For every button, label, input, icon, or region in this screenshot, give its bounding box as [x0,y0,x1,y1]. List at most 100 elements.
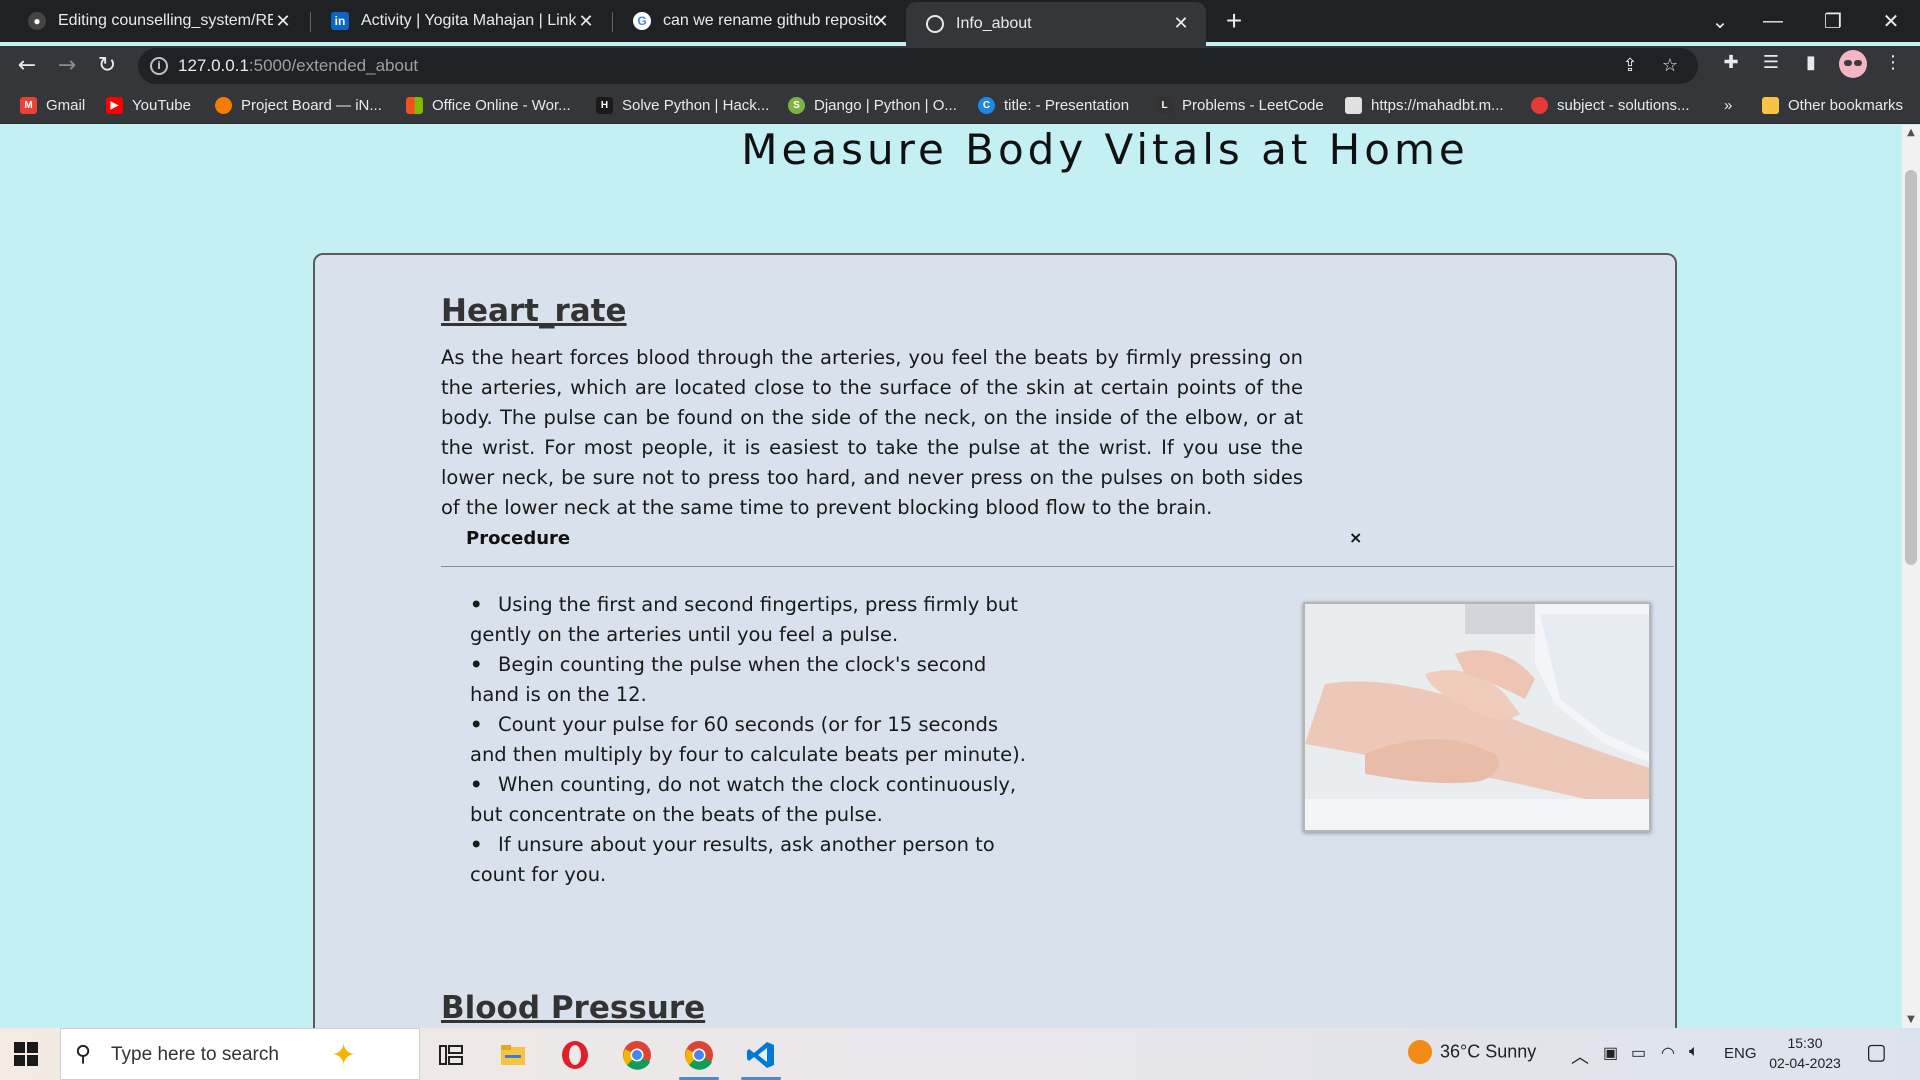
extensions-icon[interactable]: ✚ [1718,50,1744,76]
bookmark-gmail[interactable]: M Gmail [20,95,85,115]
bookmark-leetcode[interactable]: L Problems - LeetCode [1156,95,1324,115]
sun-icon [1408,1040,1432,1064]
page-icon [1345,96,1362,114]
globe-icon [926,15,944,33]
task-view-icon[interactable] [427,1034,475,1076]
gmail-icon: M [20,96,37,114]
scrollbar-thumb[interactable] [1905,170,1917,565]
restore-button[interactable]: ❐ [1805,0,1861,42]
office-icon [406,96,423,114]
bookmark-presentation[interactable]: Ctitle: - Presentation [978,95,1129,115]
other-bookmarks-folder[interactable]: Other bookmarks [1762,95,1903,115]
scroll-up-arrow-icon[interactable]: ▲ [1902,125,1920,141]
language-indicator[interactable]: ENG [1724,1045,1757,1062]
bookmark-subject-solutions[interactable]: subject - solutions... [1531,95,1690,115]
opera-icon[interactable] [551,1034,599,1076]
procedure-steps-list: • Using the first and second fingertips, … [470,590,1030,890]
heart-rate-description: As the heart forces blood through the ar… [441,346,1303,519]
reload-button[interactable]: ↻ [91,50,123,82]
new-tab-button[interactable]: + [1220,7,1248,36]
canva-icon: C [978,96,995,114]
site-info-icon[interactable]: i [150,57,168,75]
taskbar-search-box[interactable]: ⚲ Type here to search ✦ [60,1028,420,1080]
profile-avatar[interactable] [1839,50,1867,78]
bookmark-django[interactable]: S Django | Python | O... [788,95,957,115]
search-icon: ⚲ [75,1042,92,1067]
battery-icon[interactable]: ▭ [1631,1043,1646,1063]
clock-date: 02-04-2023 [1769,1055,1841,1071]
bookmarks-overflow-button[interactable]: » [1724,95,1732,115]
search-placeholder: Type here to search [111,1044,279,1065]
tab-editing-counselling[interactable]: ● Editing counselling_system/READ ✕ [8,0,308,42]
bookmark-star-icon[interactable]: ☆ [1659,55,1681,77]
vitals-card: Heart_rate As the heart forces blood thr… [313,253,1677,1028]
chrome-icon[interactable] [613,1034,661,1076]
github-icon: ● [28,12,46,30]
meet-now-icon[interactable]: ▣ [1603,1043,1618,1063]
tab-google-search[interactable]: G can we rename github repository ✕ [613,0,906,42]
scroll-down-arrow-icon[interactable]: ▼ [1902,1012,1920,1028]
taskbar-clock[interactable]: 15:30 02-04-2023 [1760,1033,1850,1073]
folder-icon [1762,96,1779,114]
bookmark-office-online[interactable]: Office Online - Wor... [406,95,571,115]
browser-toolbar: ← → ↻ i 127.0.0.1:5000/extended_about ⇪ … [0,46,1920,86]
vscode-icon[interactable] [737,1034,785,1080]
hands-on-wrist-illustration [1305,604,1649,830]
procedure-header[interactable]: Procedure × [441,525,1674,567]
heart-rate-heading: Heart_rate [441,293,627,329]
weather-widget[interactable]: 36°C Sunny [1408,1040,1536,1064]
close-tab-icon[interactable]: ✕ [1172,14,1190,32]
bookmarks-bar: M Gmail ▶ YouTube Project Board — iN... Of… [0,86,1920,124]
page-title: Measure Body Vitals at Home [741,125,1469,174]
list-item: • Count your pulse for 60 seconds (or for… [470,713,1026,766]
hackerrank-icon: H [596,96,613,114]
pulse-check-photo [1303,602,1651,832]
chrome-active-icon[interactable] [675,1034,723,1080]
address-bar[interactable]: i 127.0.0.1:5000/extended_about ⇪ ☆ [138,48,1698,84]
bookmark-hackerrank[interactable]: H Solve Python | Hack... [596,95,769,115]
django-icon: S [788,96,805,114]
tab-info-about[interactable]: Info_about ✕ [906,2,1206,46]
close-window-button[interactable]: ✕ [1863,0,1919,42]
bookmark-youtube[interactable]: ▶ YouTube [106,95,191,115]
list-item: • If unsure about your results, ask anoth… [470,833,995,886]
procedure-close-icon[interactable]: × [1349,528,1362,547]
google-icon: G [633,12,651,30]
side-panel-icon[interactable]: ▮ [1798,50,1824,76]
procedure-label: Procedure [466,528,571,549]
windows-taskbar: ⚲ Type here to search ✦ 36°C Sunny ︿ ▣ ▭… [0,1028,1920,1080]
windows-start-icon[interactable] [14,1042,38,1066]
url-text[interactable]: 127.0.0.1:5000/extended_about [178,56,418,76]
page-viewport: Measure Body Vitals at Home Heart_rate A… [0,125,1902,1028]
bookmark-project-board[interactable]: Project Board — iN... [215,95,382,115]
close-tab-icon[interactable]: ✕ [872,12,890,30]
clock-time: 15:30 [1787,1035,1823,1051]
list-item: • When counting, do not watch the clock c… [470,773,1017,826]
file-explorer-icon[interactable] [489,1034,537,1076]
forward-button[interactable]: → [51,50,83,82]
bookmark-mahadbt[interactable]: https://mahadbt.m... [1345,95,1504,115]
tab-linkedin-activity[interactable]: in Activity | Yogita Mahajan | Linked ✕ [311,0,611,42]
page-scrollbar[interactable]: ▲ ▼ [1902,125,1920,1028]
show-hidden-icons-chevron-icon[interactable]: ︿ [1571,1043,1589,1069]
media-controls-icon[interactable]: ☰ [1758,50,1784,76]
youtube-icon: ▶ [106,96,123,114]
menu-kebab-icon[interactable]: ⋮ [1880,50,1906,76]
blood-pressure-heading: Blood Pressure [441,990,706,1026]
close-tab-icon[interactable]: ✕ [577,12,595,30]
browser-tab-strip: ● Editing counselling_system/READ ✕ in A… [0,0,1920,46]
search-highlight-icon: ✦ [331,1038,357,1073]
list-item: • Begin counting the pulse when the clock… [470,653,987,706]
linkedin-icon: in [331,12,349,30]
minimize-button[interactable]: — [1745,0,1801,42]
volume-icon[interactable]: 🔈︎ [1689,1043,1699,1061]
wifi-icon[interactable]: ◠ [1661,1043,1675,1063]
solutions-icon [1531,96,1548,114]
share-icon[interactable]: ⇪ [1619,55,1641,77]
tab-search-chevron-icon[interactable]: ⌄ [1692,0,1748,42]
notifications-icon[interactable]: ▢ [1866,1039,1887,1065]
leetcode-icon: L [1156,96,1173,114]
close-tab-icon[interactable]: ✕ [274,12,292,30]
project-board-icon [215,96,232,114]
back-button[interactable]: ← [11,50,43,82]
